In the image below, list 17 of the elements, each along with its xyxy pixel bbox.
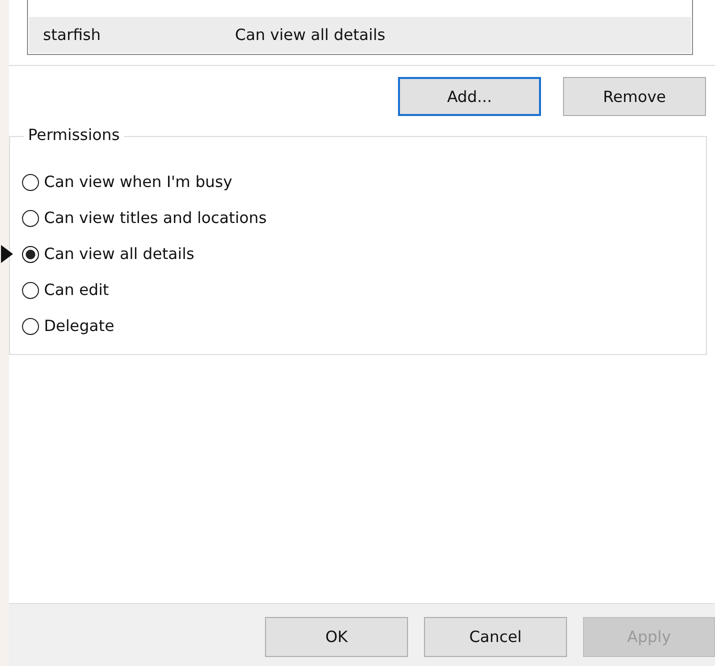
radio-button[interactable] (22, 246, 39, 262)
row-name: starfish (42, 26, 102, 44)
list-button[interactable]: Add... (398, 77, 541, 116)
radio-button[interactable] (22, 174, 39, 190)
radio-button[interactable] (22, 210, 39, 226)
dialog-button[interactable]: Cancel (424, 617, 567, 657)
list-row[interactable]: starfish Can view all details (29, 17, 691, 53)
radio-button[interactable] (22, 318, 39, 334)
radio-option[interactable]: Can view all details (22, 245, 194, 263)
row-permission: Can view all details (235, 26, 386, 44)
radio-option[interactable]: Can edit (22, 281, 109, 299)
radio-button[interactable] (22, 282, 39, 298)
dialog-button[interactable]: OK (265, 617, 408, 657)
list-button[interactable]: Remove (563, 77, 706, 116)
radio-option[interactable]: Can view when I'm busy (22, 173, 232, 191)
radio-option[interactable]: Can view titles and locations (22, 209, 267, 227)
radio-option[interactable]: Delegate (22, 317, 114, 335)
